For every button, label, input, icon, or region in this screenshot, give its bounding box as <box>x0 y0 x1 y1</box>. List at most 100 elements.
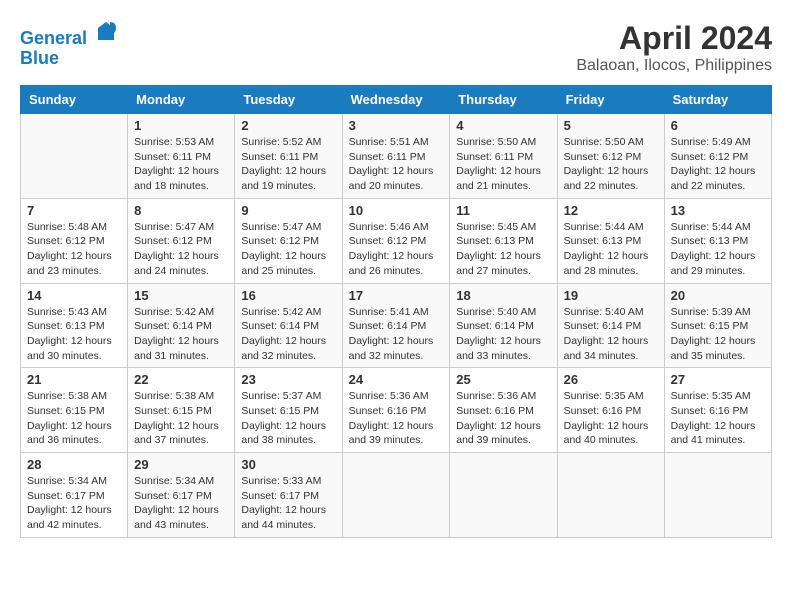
calendar-cell: 15Sunrise: 5:42 AMSunset: 6:14 PMDayligh… <box>128 283 235 368</box>
day-number: 27 <box>671 372 765 387</box>
page-title: April 2024 <box>576 20 772 57</box>
logo-text2: Blue <box>20 49 118 69</box>
calendar-day-header: Friday <box>557 86 664 114</box>
day-info: Sunrise: 5:43 AMSunset: 6:13 PMDaylight:… <box>27 305 121 364</box>
calendar-day-header: Tuesday <box>235 86 342 114</box>
day-number: 1 <box>134 118 228 133</box>
day-number: 7 <box>27 203 121 218</box>
day-info: Sunrise: 5:47 AMSunset: 6:12 PMDaylight:… <box>134 220 228 279</box>
logo-icon <box>94 20 118 44</box>
calendar-cell <box>21 114 128 199</box>
day-number: 21 <box>27 372 121 387</box>
logo-text: General <box>20 20 118 49</box>
day-number: 15 <box>134 288 228 303</box>
day-number: 17 <box>349 288 444 303</box>
calendar-table: SundayMondayTuesdayWednesdayThursdayFrid… <box>20 85 772 538</box>
day-info: Sunrise: 5:48 AMSunset: 6:12 PMDaylight:… <box>27 220 121 279</box>
calendar-cell: 29Sunrise: 5:34 AMSunset: 6:17 PMDayligh… <box>128 453 235 538</box>
day-info: Sunrise: 5:35 AMSunset: 6:16 PMDaylight:… <box>671 389 765 448</box>
calendar-cell: 6 Sunrise: 5:49 AMSunset: 6:12 PMDaylight… <box>664 114 771 199</box>
calendar-cell <box>557 453 664 538</box>
calendar-cell: 10 Sunrise: 5:46 AMSunset: 6:12 PMDayligh… <box>342 198 450 283</box>
calendar-cell: 16 Sunrise: 5:42 AMSunset: 6:14 PMDayligh… <box>235 283 342 368</box>
day-number: 22 <box>134 372 228 387</box>
calendar-cell: 4 Sunrise: 5:50 AMSunset: 6:11 PMDaylight… <box>450 114 557 199</box>
day-info: Sunrise: 5:39 AMSunset: 6:15 PMDaylight:… <box>671 305 765 364</box>
calendar-cell <box>450 453 557 538</box>
title-section: April 2024 Balaoan, Ilocos, Philippines <box>576 20 772 75</box>
calendar-day-header: Monday <box>128 86 235 114</box>
day-info: Sunrise: 5:47 AMSunset: 6:12 PMDaylight:… <box>241 220 335 279</box>
calendar-cell: 19 Sunrise: 5:40 AMSunset: 6:14 PMDayligh… <box>557 283 664 368</box>
day-info: Sunrise: 5:36 AMSunset: 6:16 PMDaylight:… <box>456 389 550 448</box>
calendar-cell: 12Sunrise: 5:44 AMSunset: 6:13 PMDayligh… <box>557 198 664 283</box>
day-number: 26 <box>564 372 658 387</box>
calendar-cell: 28 Sunrise: 5:34 AMSunset: 6:17 PMDayligh… <box>21 453 128 538</box>
day-info: Sunrise: 5:51 AMSunset: 6:11 PMDaylight:… <box>349 135 444 194</box>
calendar-week-row: 28 Sunrise: 5:34 AMSunset: 6:17 PMDayligh… <box>21 453 772 538</box>
day-info: Sunrise: 5:41 AMSunset: 6:14 PMDaylight:… <box>349 305 444 364</box>
day-number: 9 <box>241 203 335 218</box>
calendar-week-row: 14 Sunrise: 5:43 AMSunset: 6:13 PMDayligh… <box>21 283 772 368</box>
day-number: 19 <box>564 288 658 303</box>
day-number: 28 <box>27 457 121 472</box>
calendar-cell: 21 Sunrise: 5:38 AMSunset: 6:15 PMDayligh… <box>21 368 128 453</box>
day-info: Sunrise: 5:36 AMSunset: 6:16 PMDaylight:… <box>349 389 444 448</box>
day-info: Sunrise: 5:44 AMSunset: 6:13 PMDaylight:… <box>671 220 765 279</box>
day-number: 24 <box>349 372 444 387</box>
calendar-body: 1 Sunrise: 5:53 AMSunset: 6:11 PMDaylight… <box>21 114 772 538</box>
calendar-cell: 30 Sunrise: 5:33 AMSunset: 6:17 PMDayligh… <box>235 453 342 538</box>
day-number: 30 <box>241 457 335 472</box>
calendar-day-header: Wednesday <box>342 86 450 114</box>
day-number: 14 <box>27 288 121 303</box>
day-number: 8 <box>134 203 228 218</box>
day-number: 3 <box>349 118 444 133</box>
day-info: Sunrise: 5:33 AMSunset: 6:17 PMDaylight:… <box>241 474 335 533</box>
day-info: Sunrise: 5:50 AMSunset: 6:11 PMDaylight:… <box>456 135 550 194</box>
day-info: Sunrise: 5:44 AMSunset: 6:13 PMDaylight:… <box>564 220 658 279</box>
day-number: 18 <box>456 288 550 303</box>
day-info: Sunrise: 5:53 AMSunset: 6:11 PMDaylight:… <box>134 135 228 194</box>
calendar-cell: 23 Sunrise: 5:37 AMSunset: 6:15 PMDayligh… <box>235 368 342 453</box>
calendar-week-row: 21 Sunrise: 5:38 AMSunset: 6:15 PMDayligh… <box>21 368 772 453</box>
calendar-week-row: 7 Sunrise: 5:48 AMSunset: 6:12 PMDaylight… <box>21 198 772 283</box>
day-info: Sunrise: 5:34 AMSunset: 6:17 PMDaylight:… <box>27 474 121 533</box>
calendar-cell: 2Sunrise: 5:52 AMSunset: 6:11 PMDaylight… <box>235 114 342 199</box>
calendar-cell: 5 Sunrise: 5:50 AMSunset: 6:12 PMDaylight… <box>557 114 664 199</box>
calendar-day-header: Thursday <box>450 86 557 114</box>
calendar-cell: 3 Sunrise: 5:51 AMSunset: 6:11 PMDaylight… <box>342 114 450 199</box>
day-info: Sunrise: 5:49 AMSunset: 6:12 PMDaylight:… <box>671 135 765 194</box>
calendar-header: SundayMondayTuesdayWednesdayThursdayFrid… <box>21 86 772 114</box>
day-number: 5 <box>564 118 658 133</box>
day-number: 4 <box>456 118 550 133</box>
day-info: Sunrise: 5:34 AMSunset: 6:17 PMDaylight:… <box>134 474 228 533</box>
day-number: 13 <box>671 203 765 218</box>
day-number: 2 <box>241 118 335 133</box>
calendar-cell: 25 Sunrise: 5:36 AMSunset: 6:16 PMDayligh… <box>450 368 557 453</box>
day-info: Sunrise: 5:40 AMSunset: 6:14 PMDaylight:… <box>456 305 550 364</box>
day-info: Sunrise: 5:37 AMSunset: 6:15 PMDaylight:… <box>241 389 335 448</box>
calendar-day-header: Saturday <box>664 86 771 114</box>
calendar-day-header: Sunday <box>21 86 128 114</box>
calendar-cell: 13 Sunrise: 5:44 AMSunset: 6:13 PMDayligh… <box>664 198 771 283</box>
day-number: 10 <box>349 203 444 218</box>
page-subtitle: Balaoan, Ilocos, Philippines <box>576 57 772 75</box>
calendar-cell: 27 Sunrise: 5:35 AMSunset: 6:16 PMDayligh… <box>664 368 771 453</box>
calendar-cell: 17 Sunrise: 5:41 AMSunset: 6:14 PMDayligh… <box>342 283 450 368</box>
calendar-week-row: 1 Sunrise: 5:53 AMSunset: 6:11 PMDaylight… <box>21 114 772 199</box>
day-info: Sunrise: 5:38 AMSunset: 6:15 PMDaylight:… <box>27 389 121 448</box>
calendar-cell: 18 Sunrise: 5:40 AMSunset: 6:14 PMDayligh… <box>450 283 557 368</box>
day-number: 16 <box>241 288 335 303</box>
calendar-cell: 14 Sunrise: 5:43 AMSunset: 6:13 PMDayligh… <box>21 283 128 368</box>
day-info: Sunrise: 5:35 AMSunset: 6:16 PMDaylight:… <box>564 389 658 448</box>
day-info: Sunrise: 5:46 AMSunset: 6:12 PMDaylight:… <box>349 220 444 279</box>
day-number: 25 <box>456 372 550 387</box>
day-number: 23 <box>241 372 335 387</box>
day-info: Sunrise: 5:50 AMSunset: 6:12 PMDaylight:… <box>564 135 658 194</box>
day-info: Sunrise: 5:45 AMSunset: 6:13 PMDaylight:… <box>456 220 550 279</box>
day-info: Sunrise: 5:40 AMSunset: 6:14 PMDaylight:… <box>564 305 658 364</box>
day-number: 6 <box>671 118 765 133</box>
calendar-cell: 22Sunrise: 5:38 AMSunset: 6:15 PMDayligh… <box>128 368 235 453</box>
calendar-cell: 1 Sunrise: 5:53 AMSunset: 6:11 PMDaylight… <box>128 114 235 199</box>
day-info: Sunrise: 5:42 AMSunset: 6:14 PMDaylight:… <box>241 305 335 364</box>
